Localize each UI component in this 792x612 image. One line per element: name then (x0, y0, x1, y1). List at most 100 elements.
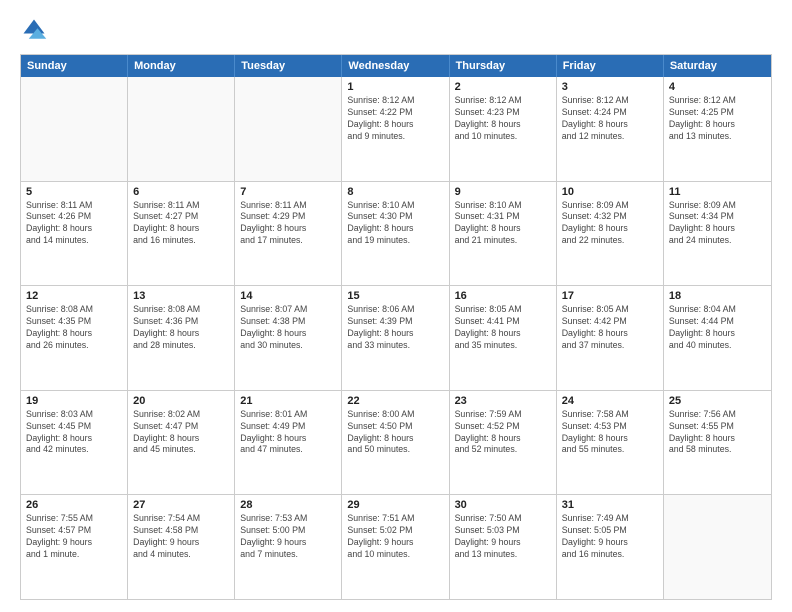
calendar-cell-day-4: 4 Sunrise: 8:12 AMSunset: 4:25 PMDaylight… (664, 77, 771, 181)
calendar-cell-empty (128, 77, 235, 181)
logo (20, 16, 52, 44)
day-info: Sunrise: 7:51 AMSunset: 5:02 PMDaylight:… (347, 513, 443, 561)
calendar-cell-day-16: 16 Sunrise: 8:05 AMSunset: 4:41 PMDayligh… (450, 286, 557, 390)
header (20, 16, 772, 44)
day-info: Sunrise: 8:12 AMSunset: 4:24 PMDaylight:… (562, 95, 658, 143)
weekday-header-wednesday: Wednesday (342, 55, 449, 77)
weekday-header-monday: Monday (128, 55, 235, 77)
calendar-cell-day-3: 3 Sunrise: 8:12 AMSunset: 4:24 PMDaylight… (557, 77, 664, 181)
day-number: 18 (669, 290, 766, 302)
day-info: Sunrise: 8:11 AMSunset: 4:27 PMDaylight:… (133, 200, 229, 248)
calendar-cell-day-19: 19 Sunrise: 8:03 AMSunset: 4:45 PMDayligh… (21, 391, 128, 495)
weekday-header-sunday: Sunday (21, 55, 128, 77)
day-info: Sunrise: 8:05 AMSunset: 4:41 PMDaylight:… (455, 304, 551, 352)
day-number: 12 (26, 290, 122, 302)
calendar-cell-day-30: 30 Sunrise: 7:50 AMSunset: 5:03 PMDayligh… (450, 495, 557, 599)
day-number: 6 (133, 186, 229, 198)
logo-icon (20, 16, 48, 44)
calendar-cell-day-18: 18 Sunrise: 8:04 AMSunset: 4:44 PMDayligh… (664, 286, 771, 390)
day-number: 2 (455, 81, 551, 93)
calendar-cell-day-22: 22Sunrise: 8:00 AMSunset: 4:50 PMDayligh… (342, 391, 449, 495)
day-info: Sunrise: 7:54 AMSunset: 4:58 PMDaylight:… (133, 513, 229, 561)
day-info: Sunrise: 7:53 AMSunset: 5:00 PMDaylight:… (240, 513, 336, 561)
day-number: 10 (562, 186, 658, 198)
day-number: 29 (347, 499, 443, 511)
day-info: Sunrise: 8:00 AMSunset: 4:50 PMDaylight:… (347, 409, 443, 457)
calendar-cell-day-2: 2 Sunrise: 8:12 AMSunset: 4:23 PMDaylight… (450, 77, 557, 181)
day-number: 30 (455, 499, 551, 511)
day-info: Sunrise: 8:04 AMSunset: 4:44 PMDaylight:… (669, 304, 766, 352)
day-info: Sunrise: 8:12 AMSunset: 4:22 PMDaylight:… (347, 95, 443, 143)
day-info: Sunrise: 7:50 AMSunset: 5:03 PMDaylight:… (455, 513, 551, 561)
calendar-cell-day-15: 15 Sunrise: 8:06 AMSunset: 4:39 PMDayligh… (342, 286, 449, 390)
day-number: 31 (562, 499, 658, 511)
day-number: 25 (669, 395, 766, 407)
calendar-row-4: 26Sunrise: 7:55 AMSunset: 4:57 PMDayligh… (21, 494, 771, 599)
calendar-cell-empty (664, 495, 771, 599)
day-info: Sunrise: 7:49 AMSunset: 5:05 PMDaylight:… (562, 513, 658, 561)
day-info: Sunrise: 8:12 AMSunset: 4:23 PMDaylight:… (455, 95, 551, 143)
calendar-cell-day-25: 25 Sunrise: 7:56 AMSunset: 4:55 PMDayligh… (664, 391, 771, 495)
day-info: Sunrise: 8:09 AMSunset: 4:32 PMDaylight:… (562, 200, 658, 248)
calendar-cell-day-14: 14Sunrise: 8:07 AMSunset: 4:38 PMDayligh… (235, 286, 342, 390)
calendar-cell-day-23: 23 Sunrise: 7:59 AMSunset: 4:52 PMDayligh… (450, 391, 557, 495)
day-number: 15 (347, 290, 443, 302)
calendar-cell-day-5: 5 Sunrise: 8:11 AMSunset: 4:26 PMDaylight… (21, 182, 128, 286)
day-number: 7 (240, 186, 336, 198)
day-number: 27 (133, 499, 229, 511)
day-number: 4 (669, 81, 766, 93)
day-info: Sunrise: 7:58 AMSunset: 4:53 PMDaylight:… (562, 409, 658, 457)
day-info: Sunrise: 7:59 AMSunset: 4:52 PMDaylight:… (455, 409, 551, 457)
day-info: Sunrise: 8:07 AMSunset: 4:38 PMDaylight:… (240, 304, 336, 352)
weekday-header-thursday: Thursday (450, 55, 557, 77)
calendar-cell-day-27: 27 Sunrise: 7:54 AMSunset: 4:58 PMDayligh… (128, 495, 235, 599)
calendar-cell-day-24: 24 Sunrise: 7:58 AMSunset: 4:53 PMDayligh… (557, 391, 664, 495)
calendar-cell-day-8: 8Sunrise: 8:10 AMSunset: 4:30 PMDaylight… (342, 182, 449, 286)
day-number: 19 (26, 395, 122, 407)
calendar-cell-day-11: 11 Sunrise: 8:09 AMSunset: 4:34 PMDayligh… (664, 182, 771, 286)
day-info: Sunrise: 8:03 AMSunset: 4:45 PMDaylight:… (26, 409, 122, 457)
day-number: 21 (240, 395, 336, 407)
day-info: Sunrise: 8:11 AMSunset: 4:29 PMDaylight:… (240, 200, 336, 248)
day-number: 16 (455, 290, 551, 302)
calendar-row-2: 12 Sunrise: 8:08 AMSunset: 4:35 PMDayligh… (21, 285, 771, 390)
day-info: Sunrise: 8:06 AMSunset: 4:39 PMDaylight:… (347, 304, 443, 352)
calendar-cell-day-13: 13Sunrise: 8:08 AMSunset: 4:36 PMDayligh… (128, 286, 235, 390)
day-info: Sunrise: 8:08 AMSunset: 4:36 PMDaylight:… (133, 304, 229, 352)
calendar-row-1: 5 Sunrise: 8:11 AMSunset: 4:26 PMDaylight… (21, 181, 771, 286)
day-number: 28 (240, 499, 336, 511)
day-info: Sunrise: 8:08 AMSunset: 4:35 PMDaylight:… (26, 304, 122, 352)
day-number: 8 (347, 186, 443, 198)
calendar-header: SundayMondayTuesdayWednesdayThursdayFrid… (21, 55, 771, 77)
calendar-row-3: 19 Sunrise: 8:03 AMSunset: 4:45 PMDayligh… (21, 390, 771, 495)
day-info: Sunrise: 7:56 AMSunset: 4:55 PMDaylight:… (669, 409, 766, 457)
day-info: Sunrise: 8:12 AMSunset: 4:25 PMDaylight:… (669, 95, 766, 143)
day-info: Sunrise: 8:10 AMSunset: 4:31 PMDaylight:… (455, 200, 551, 248)
calendar-cell-day-29: 29 Sunrise: 7:51 AMSunset: 5:02 PMDayligh… (342, 495, 449, 599)
day-number: 11 (669, 186, 766, 198)
day-number: 3 (562, 81, 658, 93)
calendar-cell-day-12: 12 Sunrise: 8:08 AMSunset: 4:35 PMDayligh… (21, 286, 128, 390)
calendar-cell-day-1: 1 Sunrise: 8:12 AMSunset: 4:22 PMDaylight… (342, 77, 449, 181)
day-info: Sunrise: 8:09 AMSunset: 4:34 PMDaylight:… (669, 200, 766, 248)
day-number: 9 (455, 186, 551, 198)
calendar-cell-day-21: 21 Sunrise: 8:01 AMSunset: 4:49 PMDayligh… (235, 391, 342, 495)
calendar-cell-day-10: 10 Sunrise: 8:09 AMSunset: 4:32 PMDayligh… (557, 182, 664, 286)
calendar-cell-day-28: 28 Sunrise: 7:53 AMSunset: 5:00 PMDayligh… (235, 495, 342, 599)
calendar-cell-day-6: 6 Sunrise: 8:11 AMSunset: 4:27 PMDaylight… (128, 182, 235, 286)
calendar-cell-day-20: 20Sunrise: 8:02 AMSunset: 4:47 PMDayligh… (128, 391, 235, 495)
calendar-row-0: 1 Sunrise: 8:12 AMSunset: 4:22 PMDaylight… (21, 77, 771, 181)
day-number: 1 (347, 81, 443, 93)
day-number: 24 (562, 395, 658, 407)
calendar-cell-day-7: 7 Sunrise: 8:11 AMSunset: 4:29 PMDaylight… (235, 182, 342, 286)
calendar-cell-day-31: 31 Sunrise: 7:49 AMSunset: 5:05 PMDayligh… (557, 495, 664, 599)
day-info: Sunrise: 7:55 AMSunset: 4:57 PMDaylight:… (26, 513, 122, 561)
calendar-cell-day-17: 17Sunrise: 8:05 AMSunset: 4:42 PMDayligh… (557, 286, 664, 390)
day-number: 5 (26, 186, 122, 198)
calendar-body: 1 Sunrise: 8:12 AMSunset: 4:22 PMDaylight… (21, 77, 771, 599)
day-info: Sunrise: 8:05 AMSunset: 4:42 PMDaylight:… (562, 304, 658, 352)
day-number: 23 (455, 395, 551, 407)
day-info: Sunrise: 8:11 AMSunset: 4:26 PMDaylight:… (26, 200, 122, 248)
day-info: Sunrise: 8:01 AMSunset: 4:49 PMDaylight:… (240, 409, 336, 457)
calendar-cell-day-9: 9 Sunrise: 8:10 AMSunset: 4:31 PMDaylight… (450, 182, 557, 286)
